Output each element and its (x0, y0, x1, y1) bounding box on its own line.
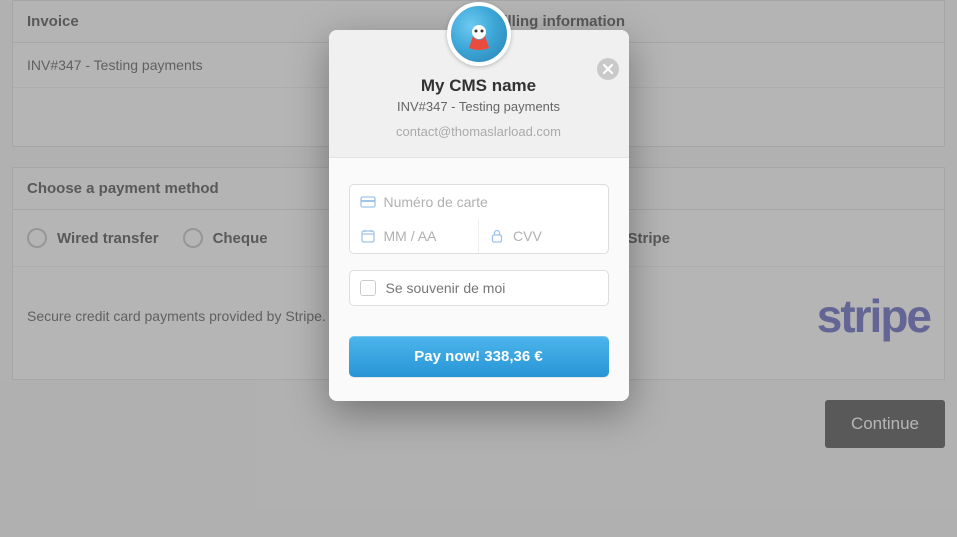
close-button[interactable] (597, 58, 619, 80)
card-field-group (349, 184, 609, 254)
remember-me-label: Se souvenir de moi (386, 280, 506, 296)
remember-me-option[interactable]: Se souvenir de moi (349, 270, 609, 306)
checkbox-icon (360, 280, 376, 296)
modal-body: Se souvenir de moi Pay now! 338,36 € (329, 158, 629, 401)
modal-subtitle: INV#347 - Testing payments (347, 99, 611, 114)
card-number-field-wrapper (350, 185, 608, 219)
card-number-input[interactable] (384, 194, 598, 210)
pay-button[interactable]: Pay now! 338,36 € (349, 336, 609, 377)
expiry-field-wrapper (350, 219, 479, 253)
lock-icon (489, 228, 505, 244)
calendar-icon (360, 228, 376, 244)
credit-card-icon (360, 194, 376, 210)
modal-email: contact@thomaslarload.com (347, 124, 611, 139)
cvv-field-wrapper (478, 219, 608, 253)
cvv-input[interactable] (513, 228, 598, 244)
expiry-input[interactable] (384, 228, 469, 244)
close-icon (603, 64, 613, 74)
avatar-image-icon (459, 14, 499, 54)
stripe-checkout-modal: My CMS name INV#347 - Testing payments c… (329, 30, 629, 401)
modal-title: My CMS name (347, 76, 611, 96)
merchant-avatar (447, 2, 511, 66)
